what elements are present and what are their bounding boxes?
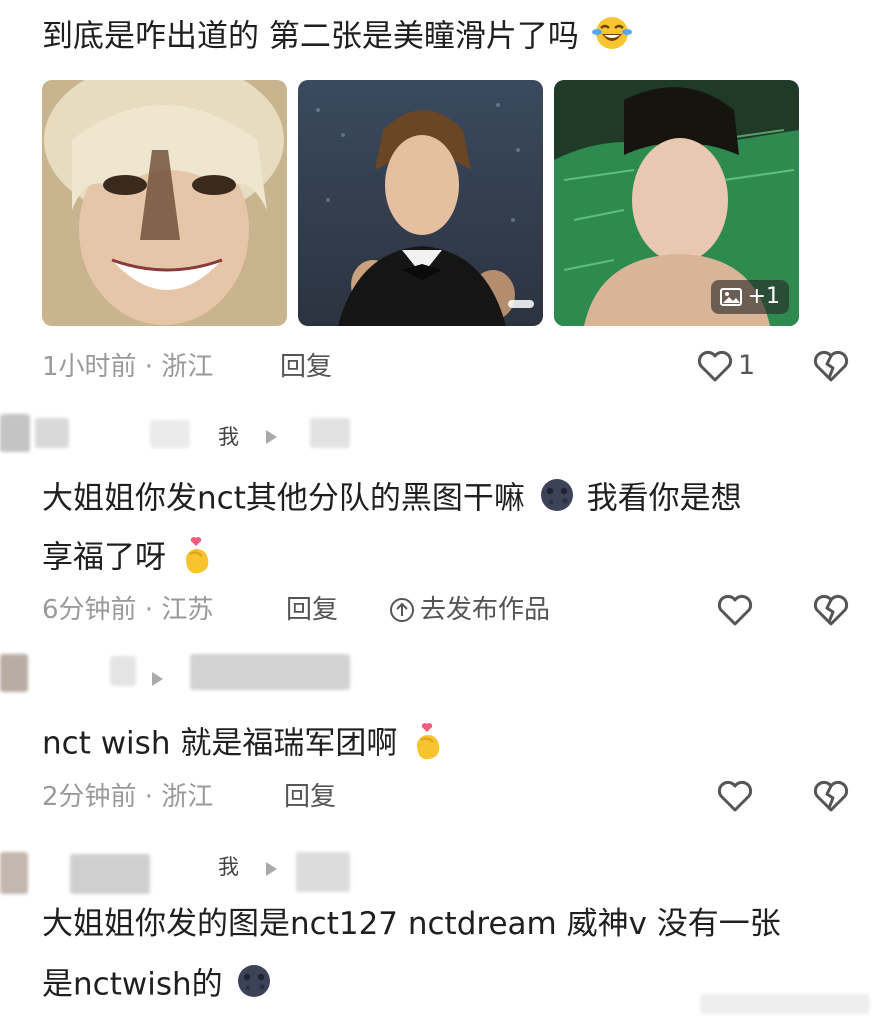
reply-1-username-extra	[150, 420, 190, 448]
reply-3-avatar[interactable]	[0, 852, 28, 894]
reply-3-reply-arrow-icon	[266, 862, 277, 876]
broken-heart-icon[interactable]	[812, 348, 850, 384]
reply-2-reply-button[interactable]: 回复	[284, 780, 336, 814]
reply-1-body-part-1: 大姐姐你发nct其他分队的黑图干嘛	[42, 480, 525, 517]
reply-3-username[interactable]	[70, 854, 150, 894]
new-moon-face-emoji	[537, 476, 577, 524]
broken-heart-icon[interactable]	[812, 778, 850, 814]
finger-heart-emoji	[178, 532, 214, 586]
comment-1-text: 到底是咋出道的 第二张是美瞳滑片了吗	[42, 14, 633, 62]
photo-pool-selfie[interactable]: +1	[554, 80, 799, 326]
reply-1-publish-label: 去发布作品	[420, 595, 551, 625]
reply-2-username[interactable]	[110, 656, 136, 686]
reply-3-body-part-1: 大姐姐你发的图是nct127 nctdream 威神v 没有一张	[42, 906, 781, 942]
reply-1-text-line-1: 大姐姐你发nct其他分队的黑图干嘛 我看你是想	[42, 476, 742, 524]
reply-1-avatar[interactable]	[0, 414, 30, 452]
reply-2-reply-arrow-icon	[152, 672, 163, 686]
tears-of-joy-emoji	[591, 14, 633, 62]
heart-outline-icon[interactable]	[696, 348, 734, 384]
reply-1-body-part-2: 我看你是想	[586, 480, 742, 517]
reply-2-time-location: 2分钟前 · 浙江	[42, 782, 214, 812]
new-moon-face-emoji	[234, 962, 274, 1010]
photo-blonde-selfie[interactable]	[42, 80, 287, 326]
more-photos-badge[interactable]: +1	[710, 280, 789, 314]
upload-icon	[390, 598, 414, 622]
reply-1-reply-arrow-icon	[266, 430, 277, 444]
broken-heart-icon[interactable]	[812, 592, 850, 628]
finger-heart-emoji	[409, 718, 445, 772]
reply-1-publish-button[interactable]: 去发布作品	[388, 593, 550, 627]
reply-2-target-username[interactable]	[190, 654, 350, 690]
comment-1-like-count: 1	[738, 350, 756, 381]
reply-1-me-tag: 我	[218, 425, 239, 449]
reply-3-body-part-2: 是nctwish的	[42, 966, 223, 1003]
reply-3-me-tag: 我	[218, 855, 239, 879]
reply-2-text-line: nct wish 就是福瑞军团啊	[42, 718, 445, 772]
heart-outline-icon[interactable]	[716, 592, 754, 628]
reply-1-target-username[interactable]	[310, 418, 350, 448]
reply-2-avatar[interactable]	[0, 654, 28, 692]
photo-suit-concert[interactable]	[298, 80, 543, 326]
image-icon	[719, 288, 742, 306]
comment-1-time-location: 1小时前 · 浙江	[42, 352, 214, 382]
comment-1-body: 到底是咋出道的 第二张是美瞳滑片了吗	[42, 18, 579, 55]
watermark	[700, 994, 870, 1014]
reply-2-body: nct wish 就是福瑞军团啊	[42, 725, 398, 762]
reply-1-text-line-2: 享福了呀	[42, 532, 214, 586]
reply-3-target-username[interactable]	[296, 852, 350, 892]
reply-3-text-line-2: 是nctwish的	[42, 962, 274, 1010]
more-photos-count: +1	[747, 284, 780, 309]
comment-1-reply-button[interactable]: 回复	[280, 350, 332, 384]
reply-1-time-location: 6分钟前 · 江苏	[42, 595, 214, 625]
reply-3-text-line-1: 大姐姐你发的图是nct127 nctdream 威神v 没有一张	[42, 904, 781, 944]
reply-1-username[interactable]	[35, 418, 69, 448]
reply-1-body-part-3: 享福了呀	[42, 539, 166, 576]
heart-outline-icon[interactable]	[716, 778, 754, 814]
reply-1-reply-button[interactable]: 回复	[286, 593, 338, 627]
